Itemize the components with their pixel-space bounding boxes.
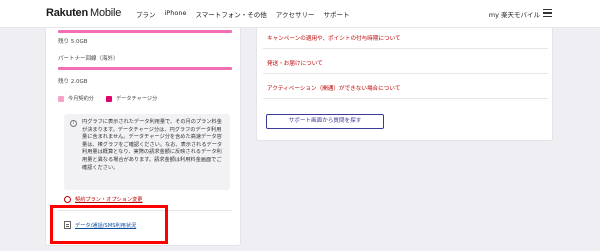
divider [263, 98, 548, 99]
divider [263, 73, 548, 74]
usage-info-text: 円グラフに表示されたデータ利用量で、その月のプラン料金が決まります。データチャー… [82, 119, 223, 171]
partner-line-label: パートナー回線（海外） [58, 56, 119, 62]
my-rakuten-mobile-link[interactable]: my 楽天モバイル [489, 9, 540, 19]
plan-change-link[interactable]: 契約プラン・オプション変更 [64, 196, 142, 203]
usage-bar-top [58, 30, 232, 33]
top-header: Rakuten Mobile プラン iPhone スマートフォン・その他 アクセ… [0, 0, 600, 28]
legend-charge-label: データチャージ分 [115, 96, 158, 102]
nav-item-iphone[interactable]: iPhone [165, 9, 187, 19]
campaign-point-link[interactable]: キャンペーンの適用や、ポイントの付与時期について [267, 34, 401, 42]
support-links-card: キャンペーンの適用や、ポイントの付与時期について 発送・お届けについて アクティ… [256, 28, 553, 141]
info-icon: i [70, 120, 77, 127]
remaining-label-2: 残り 2.0GB [58, 79, 88, 85]
logo-brand: Rakuten [46, 7, 88, 19]
remaining-label-1: 残り 5.0GB [58, 39, 88, 45]
highlight-box [50, 205, 168, 244]
legend-swatch-charge [105, 95, 112, 102]
main-nav: プラン iPhone スマートフォン・その他 アクセサリー サポート [136, 9, 349, 19]
nav-item-accessory[interactable]: アクセサリー [276, 9, 315, 19]
shipping-link[interactable]: 発送・お届けについて [267, 59, 323, 67]
nav-item-smartphone[interactable]: スマートフォン・その他 [195, 9, 266, 19]
plan-change-label: 契約プラン・オプション変更 [75, 197, 143, 203]
search-questions-button[interactable]: サポート画面から質問を探す [266, 114, 384, 129]
activation-link[interactable]: アクティベーション（開通）ができない場合について [267, 84, 400, 92]
usage-legend: 今月契約分 データチャージ分 [58, 95, 157, 102]
divider [263, 48, 548, 49]
rakuten-mobile-logo[interactable]: Rakuten Mobile [46, 7, 121, 19]
legend-swatch-current [58, 95, 64, 102]
settings-circle-icon [64, 196, 71, 203]
usage-info-box: i 円グラフに表示されたデータ利用量で、その月のプラン料金が決まります。データチ… [64, 114, 230, 190]
hamburger-menu-icon[interactable] [543, 9, 552, 17]
logo-suffix: Mobile [90, 7, 122, 19]
nav-item-plan[interactable]: プラン [136, 9, 156, 19]
legend-current-label: 今月契約分 [68, 96, 94, 102]
nav-item-support[interactable]: サポート [323, 9, 349, 19]
partner-usage-bar [58, 67, 232, 70]
